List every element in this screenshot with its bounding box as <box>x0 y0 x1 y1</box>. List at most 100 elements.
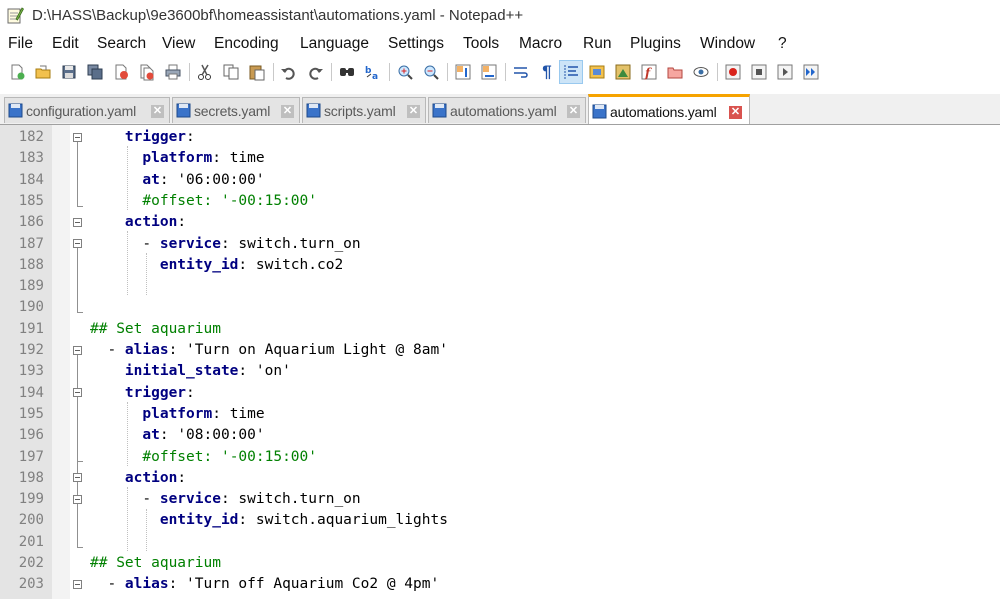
code-editor[interactable]: 182 trigger: 183 platform: time 184 at: '0… <box>0 125 1000 599</box>
notepad-icon <box>7 7 24 24</box>
folder-workspace-icon[interactable] <box>664 61 686 83</box>
stop-macro-icon[interactable] <box>748 61 770 83</box>
code-line[interactable]: - service: switch.turn_on <box>90 234 360 255</box>
code-line[interactable]: platform: time <box>90 404 264 425</box>
code-line[interactable]: initial_state: 'on' <box>90 361 291 382</box>
redo-icon[interactable] <box>304 61 326 83</box>
menu-encoding[interactable]: Encoding <box>214 35 279 53</box>
zoom-out-icon[interactable] <box>420 61 442 83</box>
zoom-in-icon[interactable] <box>394 61 416 83</box>
code-line[interactable]: action: <box>90 212 186 233</box>
yaml-key: action <box>124 214 178 231</box>
code-line[interactable]: at: '08:00:00' <box>90 425 264 446</box>
fold-toggle-icon[interactable] <box>73 495 82 504</box>
show-all-chars-icon[interactable]: ¶ <box>536 61 558 83</box>
close-tab-icon[interactable]: ✕ <box>407 105 420 118</box>
udl-icon[interactable] <box>586 61 608 83</box>
yaml-key: service <box>159 235 221 252</box>
copy-icon[interactable] <box>220 61 242 83</box>
line-number: 202 <box>18 555 44 571</box>
code-line[interactable]: at: '06:00:00' <box>90 170 265 191</box>
menu-plugins[interactable]: Plugins <box>630 35 681 53</box>
tab-label: scripts.yaml <box>324 103 396 119</box>
saved-file-icon <box>306 103 321 118</box>
fold-end-marker <box>77 312 83 313</box>
open-file-icon[interactable] <box>32 61 54 83</box>
save-all-icon[interactable] <box>84 61 106 83</box>
menu-window[interactable]: Window <box>700 35 755 53</box>
save-icon[interactable] <box>58 61 80 83</box>
menu-macro[interactable]: Macro <box>519 35 562 53</box>
code-line[interactable]: - alias: 'Turn off Aquarium Co2 @ 4pm' <box>90 574 439 595</box>
code-line[interactable]: - alias: 'Turn on Aquarium Light @ 8am' <box>90 340 447 361</box>
menu-settings[interactable]: Settings <box>388 35 444 53</box>
line-number: 191 <box>18 320 44 337</box>
code-line[interactable]: ## Set aquarium <box>90 553 221 574</box>
code-line[interactable]: platform: time <box>90 148 264 169</box>
menu-tools[interactable]: Tools <box>463 35 499 53</box>
fold-line <box>77 248 78 312</box>
tab-configuration-yaml[interactable]: configuration.yaml ✕ <box>4 97 170 123</box>
code-line[interactable]: #offset: '-00:15:00' <box>90 191 317 212</box>
code-text: - <box>90 576 125 593</box>
close-all-icon[interactable] <box>136 61 158 83</box>
fold-toggle-icon[interactable] <box>73 133 82 142</box>
print-icon[interactable] <box>162 61 184 83</box>
menu-language[interactable]: Language <box>300 35 369 53</box>
paste-icon[interactable] <box>246 61 268 83</box>
close-tab-icon[interactable]: ✕ <box>729 106 742 119</box>
fold-toggle-icon[interactable] <box>73 580 82 589</box>
run-macro-multiple-icon[interactable] <box>800 61 822 83</box>
sync-horizontal-icon[interactable] <box>478 61 500 83</box>
code-line[interactable]: - service: switch.turn_on <box>90 489 361 510</box>
indent-guide-icon[interactable] <box>559 60 583 84</box>
menu-search[interactable]: Search <box>97 35 146 53</box>
code-line[interactable]: entity_id: switch.co2 <box>90 255 343 276</box>
fold-toggle-icon[interactable] <box>73 239 82 248</box>
fold-toggle-icon[interactable] <box>73 473 82 482</box>
yaml-key: action <box>124 469 178 486</box>
menu-edit[interactable]: Edit <box>52 35 79 53</box>
fold-toggle-icon[interactable] <box>73 346 82 355</box>
fold-margin[interactable] <box>52 125 70 599</box>
menu-file[interactable]: File <box>8 35 33 53</box>
code-text: : switch.co2 <box>238 256 344 273</box>
function-list-icon[interactable]: f <box>638 61 660 83</box>
doc-map-icon[interactable] <box>612 61 634 83</box>
code-text: : '06:00:00' <box>159 171 265 188</box>
tab-automations-yaml-active[interactable]: automations.yaml ✕ <box>588 94 750 124</box>
code-line[interactable]: entity_id: switch.aquarium_lights <box>90 510 448 531</box>
play-macro-icon[interactable] <box>774 61 796 83</box>
record-macro-icon[interactable] <box>722 61 744 83</box>
line-number: 196 <box>18 427 44 444</box>
code-line[interactable]: action: <box>90 468 186 489</box>
close-tab-icon[interactable]: ✕ <box>151 105 164 118</box>
cut-icon[interactable] <box>194 61 216 83</box>
tab-scripts-yaml[interactable]: scripts.yaml ✕ <box>302 97 426 123</box>
code-line[interactable]: #offset: '-00:15:00' <box>90 447 317 468</box>
line-number: 185 <box>18 192 44 209</box>
fold-toggle-icon[interactable] <box>73 388 82 397</box>
menu-help[interactable]: ? <box>778 35 787 53</box>
code-line[interactable]: trigger: <box>90 127 195 148</box>
find-icon[interactable] <box>336 61 358 83</box>
sync-vertical-icon[interactable] <box>452 61 474 83</box>
tab-automations-yaml[interactable]: automations.yaml ✕ <box>428 97 586 123</box>
replace-icon[interactable]: ba <box>362 61 384 83</box>
code-text: : switch.turn_on <box>220 491 361 508</box>
svg-text:a: a <box>372 72 378 81</box>
menu-run[interactable]: Run <box>583 35 611 53</box>
close-icon[interactable] <box>110 61 132 83</box>
code-line[interactable]: trigger: <box>90 383 195 404</box>
word-wrap-icon[interactable] <box>510 61 532 83</box>
menu-view[interactable]: View <box>162 35 195 53</box>
fold-toggle-icon[interactable] <box>73 218 82 227</box>
close-tab-icon[interactable]: ✕ <box>281 105 294 118</box>
tab-secrets-yaml[interactable]: secrets.yaml ✕ <box>172 97 300 123</box>
monitoring-icon[interactable] <box>690 61 712 83</box>
code-line[interactable]: ## Set aquarium <box>90 319 221 340</box>
close-tab-icon[interactable]: ✕ <box>567 105 580 118</box>
undo-icon[interactable] <box>278 61 300 83</box>
new-file-icon[interactable] <box>6 61 28 83</box>
